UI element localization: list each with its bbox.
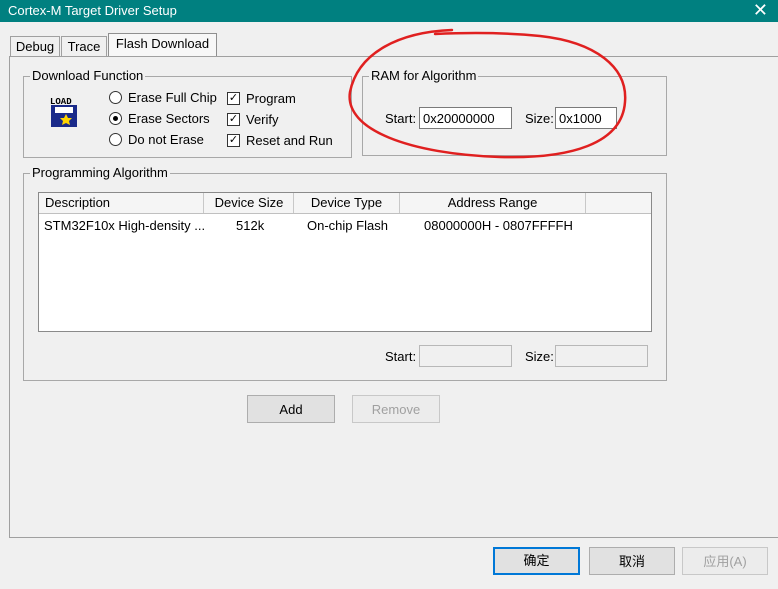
tab-flash-download[interactable]: Flash Download <box>108 33 217 57</box>
apply-button[interactable]: 应用(A) <box>682 547 768 575</box>
algorithm-size-label: Size: <box>525 349 554 364</box>
tab-label: Flash Download <box>115 36 210 51</box>
checkbox-label: Reset and Run <box>246 133 333 148</box>
remove-button[interactable]: Remove <box>352 395 440 423</box>
radio-icon[interactable] <box>109 112 122 125</box>
checkbox-label: Program <box>246 91 296 106</box>
window-title: Cortex-M Target Driver Setup <box>8 3 177 18</box>
column-header-description[interactable]: Description <box>39 193 204 213</box>
group-legend: Download Function <box>30 68 146 83</box>
radio-label: Do not Erase <box>128 132 204 147</box>
load-icon: LOAD <box>50 97 77 127</box>
column-header-address-range[interactable]: Address Range <box>400 193 586 213</box>
cancel-button[interactable]: 取消 <box>589 547 675 575</box>
checkbox-program[interactable]: ✓ Program <box>227 91 296 106</box>
radio-icon[interactable] <box>109 91 122 104</box>
checkmark-icon[interactable]: ✓ <box>227 113 240 126</box>
ok-button[interactable]: 确定 <box>493 547 580 575</box>
radio-do-not-erase[interactable]: Do not Erase <box>109 132 204 147</box>
tab-debug[interactable]: Debug <box>10 36 60 57</box>
algorithm-start-input <box>419 345 512 367</box>
checkmark-icon[interactable]: ✓ <box>227 134 240 147</box>
tab-trace[interactable]: Trace <box>61 36 107 57</box>
tab-label: Debug <box>15 39 55 54</box>
add-button[interactable]: Add <box>247 395 335 423</box>
group-legend: Programming Algorithm <box>30 165 170 180</box>
close-icon[interactable]: ✕ <box>753 0 768 20</box>
title-bar: Cortex-M Target Driver Setup ✕ <box>0 0 778 22</box>
algorithm-start-label: Start: <box>385 349 417 364</box>
radio-label: Erase Sectors <box>128 111 210 126</box>
table-header: Description Device Size Device Type Addr… <box>39 193 651 214</box>
row-device-size: 512k <box>236 218 265 233</box>
column-header-device-type[interactable]: Device Type <box>294 193 400 213</box>
annotation-circle <box>348 28 627 159</box>
radio-erase-sectors[interactable]: Erase Sectors <box>109 111 210 126</box>
algorithm-table[interactable]: Description Device Size Device Type Addr… <box>38 192 652 332</box>
checkbox-reset-and-run[interactable]: ✓ Reset and Run <box>227 133 333 148</box>
load-icon-text: LOAD <box>50 97 72 107</box>
radio-erase-full-chip[interactable]: Erase Full Chip <box>109 90 217 105</box>
radio-icon[interactable] <box>109 133 122 146</box>
checkmark-icon[interactable]: ✓ <box>227 92 240 105</box>
column-header-device-size[interactable]: Device Size <box>205 193 294 213</box>
algorithm-size-input <box>555 345 648 367</box>
tab-label: Trace <box>67 39 101 54</box>
checkbox-verify[interactable]: ✓ Verify <box>227 112 279 127</box>
row-device-type: On-chip Flash <box>307 218 388 233</box>
checkbox-label: Verify <box>246 112 279 127</box>
row-address-range: 08000000H - 0807FFFFH <box>424 218 573 233</box>
radio-label: Erase Full Chip <box>128 90 217 105</box>
row-description: STM32F10x High-density ... <box>44 218 206 233</box>
